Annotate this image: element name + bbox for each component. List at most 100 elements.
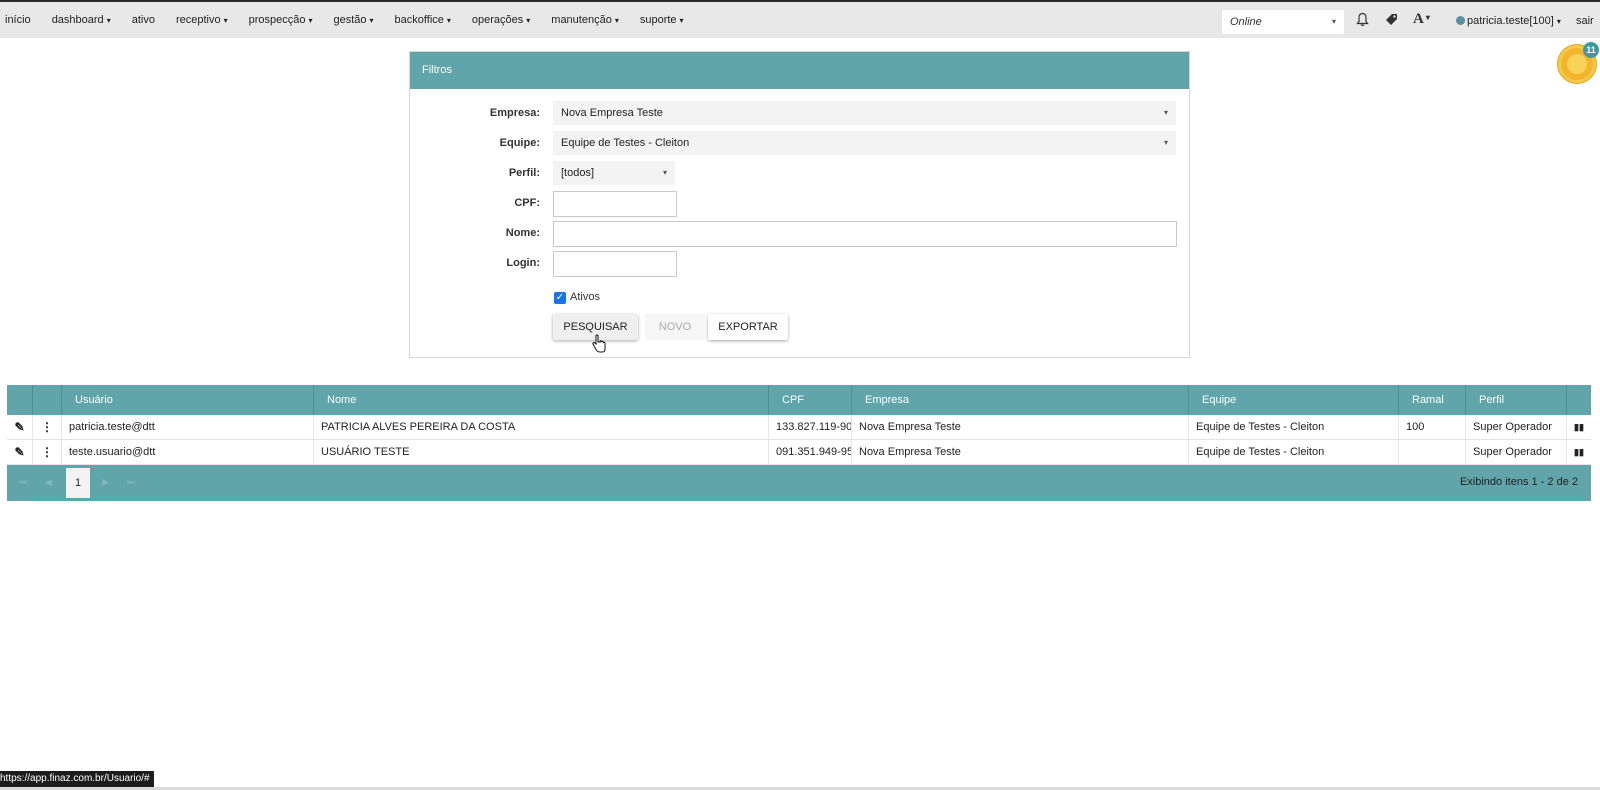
perfil-select[interactable]: [todos] ▾: [553, 161, 675, 185]
table-row[interactable]: ✎ ⋮ patricia.teste@dtt PATRICIA ALVES PE…: [7, 415, 1591, 440]
cell-equipe: Equipe de Testes - Cleiton: [1189, 440, 1399, 465]
top-navbar: início dashboard ▾ ativo receptivo ▾ prospecçã…: [0, 0, 1600, 38]
notification-bubble[interactable]: 11: [1558, 42, 1599, 83]
cell-ramal: 100: [1399, 415, 1466, 440]
column-header[interactable]: Nome: [314, 385, 769, 415]
menu-item-8[interactable]: manutenção ▾: [551, 14, 619, 26]
cell-cpf: 091.351.949-95: [769, 440, 852, 465]
cell-perfil: Super Operador: [1466, 415, 1567, 440]
menu-item-label: gestão: [333, 14, 367, 26]
filters-title: Filtros: [410, 52, 1189, 89]
header-edit-col: [7, 385, 33, 415]
cell-empresa: Nova Empresa Teste: [852, 415, 1189, 440]
perfil-label: Perfil:: [508, 167, 540, 179]
pointer-cursor-icon: [591, 334, 607, 359]
header-action-col: [1567, 385, 1591, 415]
ativos-checkbox[interactable]: ✓: [554, 292, 566, 304]
cpf-input[interactable]: [553, 191, 677, 217]
menu-item-0[interactable]: início: [5, 14, 31, 26]
menu-item-label: ativo: [131, 14, 155, 26]
chevron-down-icon: ▾: [1331, 17, 1336, 26]
first-page-icon[interactable]: ⏮: [19, 477, 27, 488]
menu-item-label: início: [5, 14, 31, 26]
menu-item-1[interactable]: dashboard ▾: [52, 14, 111, 26]
nome-label: Nome:: [505, 227, 540, 239]
column-header[interactable]: Equipe: [1189, 385, 1399, 415]
novo-button[interactable]: NOVO: [645, 314, 705, 340]
cell-ramal: [1399, 440, 1466, 465]
user-menu[interactable]: patricia.teste[100] ▾: [1456, 15, 1561, 27]
users-grid: Usuário Nome CPF Empresa Equipe Ramal Pe…: [7, 385, 1591, 501]
next-page-icon[interactable]: ▶: [102, 477, 109, 488]
cell-nome: PATRICIA ALVES PEREIRA DA COSTA: [314, 415, 769, 440]
prev-page-icon[interactable]: ◀: [45, 477, 52, 488]
login-label: Login:: [506, 257, 540, 269]
table-row[interactable]: ✎ ⋮ teste.usuario@dtt USUÁRIO TESTE 091.…: [7, 440, 1591, 465]
column-header[interactable]: Perfil: [1466, 385, 1567, 415]
kebab-menu-icon[interactable]: ⋮: [33, 415, 62, 440]
grid-pager: ⏮ ◀ 1 ▶ ⏭ Exibindo itens 1 - 2 de 2: [7, 465, 1591, 501]
bell-icon[interactable]: [1356, 12, 1369, 30]
kebab-menu-icon[interactable]: ⋮: [33, 440, 62, 465]
main-menu: início dashboard ▾ ativo receptivo ▾ prospecçã…: [0, 2, 700, 38]
status-select[interactable]: Online ▾: [1222, 10, 1344, 34]
menu-item-3[interactable]: receptivo ▾: [176, 14, 228, 26]
chevron-down-icon: ▾: [308, 16, 313, 25]
menu-item-9[interactable]: suporte ▾: [640, 14, 684, 26]
user-icon: [1456, 16, 1465, 25]
menu-item-2[interactable]: ativo: [132, 14, 155, 26]
pencil-icon[interactable]: ✎: [7, 415, 33, 440]
chevron-down-icon: ▾: [1163, 108, 1168, 117]
cell-usuario: patricia.teste@dtt: [62, 415, 314, 440]
column-header[interactable]: Usuário: [62, 385, 314, 415]
equipe-value: Equipe de Testes - Cleiton: [561, 137, 690, 149]
chevron-down-icon: ▾: [106, 16, 111, 25]
column-header[interactable]: CPF: [769, 385, 852, 415]
chevron-down-icon: ▾: [223, 16, 228, 25]
chevron-down-icon: ▾: [526, 16, 531, 25]
cell-empresa: Nova Empresa Teste: [852, 440, 1189, 465]
user-label: patricia.teste[100]: [1467, 15, 1554, 27]
chevron-down-icon: ▾: [679, 16, 684, 25]
pencil-icon[interactable]: ✎: [7, 440, 33, 465]
column-header[interactable]: Empresa: [852, 385, 1189, 415]
menu-item-label: operações: [471, 14, 524, 26]
menu-item-4[interactable]: prospecção ▾: [249, 14, 313, 26]
chevron-down-icon: ▾: [1556, 17, 1561, 26]
empresa-select[interactable]: Nova Empresa Teste ▾: [553, 101, 1176, 125]
chevron-down-icon: ▾: [1425, 13, 1430, 22]
last-page-icon[interactable]: ⏭: [127, 477, 135, 488]
cell-cpf: 133.827.119-90: [769, 415, 852, 440]
status-value: Online: [1230, 16, 1262, 28]
menu-item-5[interactable]: gestão ▾: [334, 14, 374, 26]
column-header[interactable]: Ramal: [1399, 385, 1466, 415]
equipe-select[interactable]: Equipe de Testes - Cleiton ▾: [553, 131, 1176, 155]
current-page-button[interactable]: 1: [66, 468, 90, 498]
font-size-label: A: [1413, 11, 1424, 27]
grid-header: Usuário Nome CPF Empresa Equipe Ramal Pe…: [7, 385, 1591, 415]
chevron-down-icon: ▾: [446, 16, 451, 25]
menu-item-label: prospecção: [248, 14, 306, 26]
menu-item-label: receptivo: [175, 14, 221, 26]
nome-input[interactable]: [553, 221, 1177, 247]
menu-item-6[interactable]: backoffice ▾: [395, 14, 451, 26]
equipe-label: Equipe:: [499, 137, 540, 149]
exportar-button[interactable]: EXPORTAR: [708, 314, 788, 340]
pager-info: Exibindo itens 1 - 2 de 2: [1459, 476, 1578, 488]
login-input[interactable]: [553, 251, 677, 277]
cell-usuario: teste.usuario@dtt: [62, 440, 314, 465]
pause-icon[interactable]: ▮▮: [1567, 415, 1591, 440]
empresa-value: Nova Empresa Teste: [561, 107, 663, 119]
pause-icon[interactable]: ▮▮: [1567, 440, 1591, 465]
empresa-label: Empresa:: [489, 107, 540, 119]
notification-count-badge: 11: [1583, 42, 1599, 58]
chevron-down-icon: ▾: [369, 16, 374, 25]
menu-item-7[interactable]: operações ▾: [472, 14, 530, 26]
font-size-icon[interactable]: A ▾: [1413, 11, 1430, 28]
menu-item-label: dashboard: [51, 14, 104, 26]
menu-item-label: suporte: [639, 14, 677, 26]
perfil-value: [todos]: [561, 167, 595, 179]
cpf-label: CPF:: [514, 197, 540, 209]
logout-link[interactable]: sair: [1576, 15, 1594, 27]
tag-icon[interactable]: [1384, 12, 1399, 30]
